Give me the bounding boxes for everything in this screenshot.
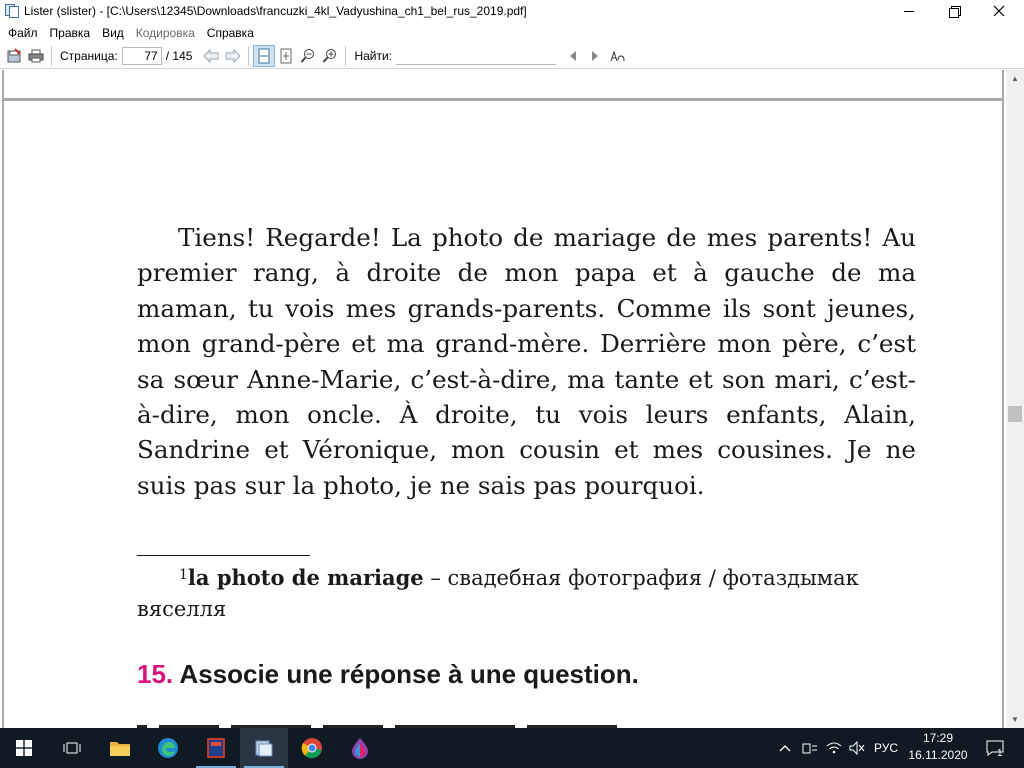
chevron-up-icon xyxy=(779,745,791,752)
clock[interactable]: 17:29 16.11.2020 xyxy=(904,730,972,766)
zoom-out-icon[interactable] xyxy=(297,45,319,67)
edge-button[interactable] xyxy=(144,728,192,768)
scrollbar-thumb[interactable] xyxy=(1008,406,1022,422)
toolbar-separator xyxy=(51,45,52,66)
restore-button[interactable] xyxy=(931,0,977,22)
lister-icon xyxy=(255,740,273,757)
drop-app-icon xyxy=(352,738,368,759)
paragraph-text: Tiens! Regarde! La photo de mariage de m… xyxy=(137,223,916,500)
input-language[interactable]: РУС xyxy=(869,728,903,768)
next-page-icon[interactable] xyxy=(222,45,244,67)
scroll-up-arrow-icon[interactable]: ▲ xyxy=(1006,70,1024,87)
menu-bar: Файл Правка Вид Кодировка Справка xyxy=(0,23,1024,42)
chrome-button[interactable] xyxy=(288,728,336,768)
total-commander-button[interactable] xyxy=(192,728,240,768)
restore-icon xyxy=(949,6,961,18)
close-button[interactable] xyxy=(976,0,1022,22)
page-number-input[interactable]: 77 xyxy=(121,46,162,65)
menu-file[interactable]: Файл xyxy=(2,26,44,40)
page-label: Страница: xyxy=(60,48,118,63)
find-next-icon[interactable] xyxy=(584,45,606,67)
lister-button[interactable] xyxy=(240,728,288,768)
exercise-number: 15. xyxy=(137,659,174,689)
find-label: Найти: xyxy=(354,48,393,63)
window-title: Lister (slister) - [C:\Users\12345\Downl… xyxy=(24,4,527,18)
zoom-in-icon[interactable] xyxy=(319,45,341,67)
file-explorer-button[interactable] xyxy=(96,728,144,768)
save-icon[interactable] xyxy=(3,45,25,67)
footnote-rule xyxy=(137,555,310,556)
exercise-title: Associe une réponse à une question. xyxy=(173,659,639,689)
windows-taskbar: РУС 17:29 16.11.2020 1 xyxy=(0,728,1024,768)
document-viewer[interactable]: Tiens! Regarde! La photo de mariage de m… xyxy=(0,70,1024,728)
chrome-browser-icon xyxy=(301,738,322,759)
story-paragraph: Tiens! Regarde! La photo de mariage de m… xyxy=(137,220,916,503)
page-edge-right xyxy=(1002,70,1004,728)
footnote: 1la photo de mariage – свадебная фотогра… xyxy=(137,562,916,625)
toolbar-separator xyxy=(345,45,347,66)
find-options-icon[interactable] xyxy=(606,45,628,67)
menu-encoding[interactable]: Кодировка xyxy=(130,26,201,40)
lister-app-icon xyxy=(4,3,20,19)
footnote-mark: 1 xyxy=(179,567,188,583)
fit-page-icon[interactable] xyxy=(275,45,297,67)
menu-edit[interactable]: Правка xyxy=(44,26,97,40)
total-commander-icon xyxy=(207,738,225,758)
print-icon[interactable] xyxy=(25,45,47,67)
find-prev-icon[interactable] xyxy=(562,45,584,67)
cut-off-text-line xyxy=(137,720,837,728)
page-separator xyxy=(2,98,1004,101)
edge-browser-icon xyxy=(158,738,178,758)
show-hidden-icons-button[interactable] xyxy=(776,728,794,768)
find-input[interactable] xyxy=(396,47,557,65)
volume-muted-icon[interactable] xyxy=(846,728,868,768)
start-button[interactable] xyxy=(0,728,48,768)
notification-count: 1 xyxy=(997,748,1003,759)
folder-icon xyxy=(110,742,130,756)
task-view-button[interactable] xyxy=(48,728,96,768)
page-edge-left xyxy=(2,70,4,728)
clock-date: 16.11.2020 xyxy=(908,748,968,762)
close-icon xyxy=(993,5,1005,17)
prev-page-icon[interactable] xyxy=(200,45,222,67)
wifi-icon[interactable] xyxy=(823,728,845,768)
page-total: / 145 xyxy=(165,48,193,63)
windows-logo-icon xyxy=(16,740,32,756)
menu-help[interactable]: Справка xyxy=(201,26,260,40)
vertical-scrollbar[interactable]: ▲ ▼ xyxy=(1006,70,1024,728)
toolbar-separator xyxy=(248,45,250,66)
minimize-icon xyxy=(904,10,914,12)
menu-view[interactable]: Вид xyxy=(96,26,130,40)
task-view-icon xyxy=(63,742,81,754)
network-device-tray-icon[interactable] xyxy=(799,728,821,768)
fit-width-icon[interactable] xyxy=(253,44,276,67)
scroll-down-arrow-icon[interactable]: ▼ xyxy=(1006,711,1024,728)
action-center-button[interactable]: 1 xyxy=(980,728,1010,768)
clock-time: 17:29 xyxy=(922,731,954,745)
minimize-button[interactable] xyxy=(886,0,932,22)
exercise-heading: 15. Associe une réponse à une question. xyxy=(137,659,639,690)
color-drop-app-button[interactable] xyxy=(336,728,384,768)
toolbar: Страница: 77 / 145 Найти: xyxy=(0,43,1024,69)
footnote-term: la photo de mariage xyxy=(187,565,424,590)
title-bar: Lister (slister) - [C:\Users\12345\Downl… xyxy=(0,0,1024,22)
